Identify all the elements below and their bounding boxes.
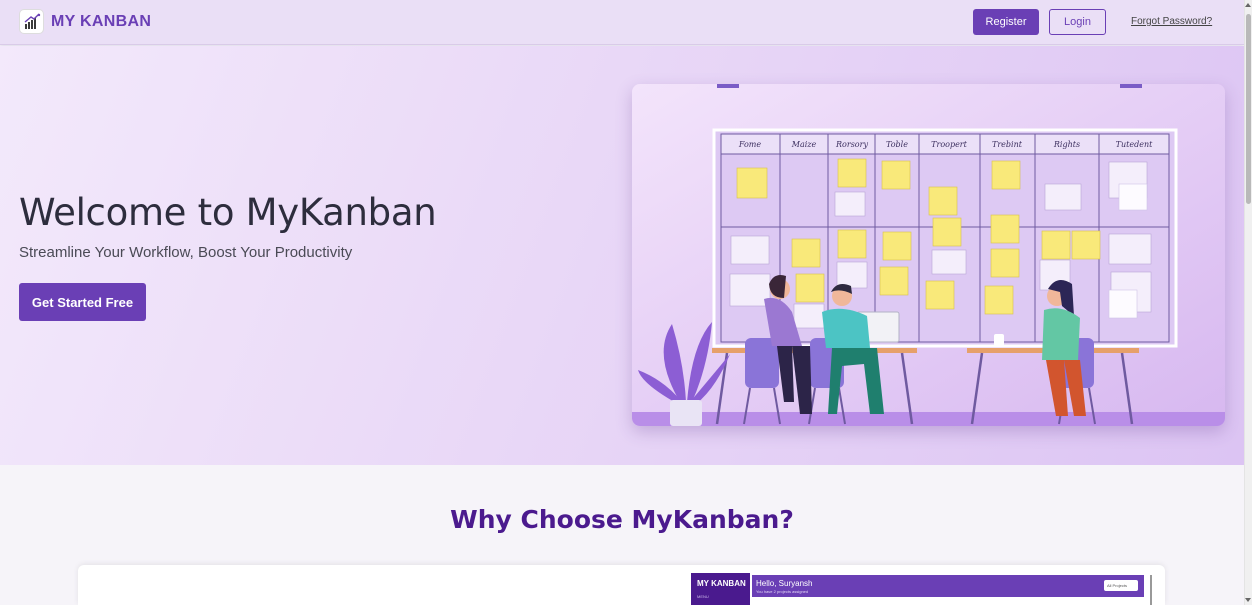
- board-col-3: Rorsory: [835, 140, 868, 149]
- board-col-7: Rights: [1053, 140, 1080, 149]
- logo-icon[interactable]: [19, 9, 44, 34]
- hero-subtitle: Streamline Your Workflow, Boost Your Pro…: [19, 244, 353, 261]
- preview-project-select: All Projects: [1104, 580, 1138, 591]
- brand-name[interactable]: MY KANBAN: [51, 13, 151, 31]
- hero-section: Welcome to MyKanban Streamline Your Work…: [0, 46, 1244, 465]
- page-scrollbar[interactable]: [1244, 0, 1252, 605]
- board-col-8: Tutedent: [1116, 140, 1153, 149]
- preview-brand: MY KANBAN: [697, 579, 746, 588]
- board-col-5: Troopert: [931, 140, 967, 149]
- board-col-4: Toble: [886, 140, 908, 149]
- scroll-thumb[interactable]: [1246, 14, 1251, 204]
- forgot-password-link[interactable]: Forgot Password?: [1131, 16, 1212, 27]
- preview-menu-label: MENU: [697, 594, 709, 599]
- why-section: Why Choose MyKanban? MY KANBAN MENU Hell…: [0, 465, 1244, 605]
- hero-title: Welcome to MyKanban: [19, 191, 437, 234]
- board-col-2: Maize: [791, 140, 817, 149]
- preview-scrollbar: [1150, 575, 1152, 605]
- kanban-team-illustration: Fome Maize Rorsory Toble Troopert Trebin…: [632, 84, 1225, 426]
- preview-header-bar: Hello, Suryansh You have 2 projects assi…: [752, 575, 1144, 597]
- scroll-down-arrow-icon[interactable]: [1245, 598, 1251, 602]
- get-started-button[interactable]: Get Started Free: [19, 283, 146, 321]
- preview-sidebar: MY KANBAN MENU: [691, 573, 750, 605]
- preview-note: You have 2 projects assigned: [756, 589, 809, 594]
- login-button[interactable]: Login: [1049, 9, 1106, 35]
- scroll-up-arrow-icon[interactable]: [1245, 3, 1251, 7]
- board-col-6: Trebint: [992, 140, 1023, 149]
- preview-greeting: Hello, Suryansh: [756, 579, 813, 588]
- top-navbar: MY KANBAN Register Login Forgot Password…: [0, 0, 1244, 45]
- register-button[interactable]: Register: [973, 9, 1039, 35]
- why-title: Why Choose MyKanban?: [450, 505, 794, 534]
- app-preview-screenshot: MY KANBAN MENU Hello, Suryansh You have …: [78, 565, 1165, 605]
- board-col-1: Fome: [738, 140, 762, 149]
